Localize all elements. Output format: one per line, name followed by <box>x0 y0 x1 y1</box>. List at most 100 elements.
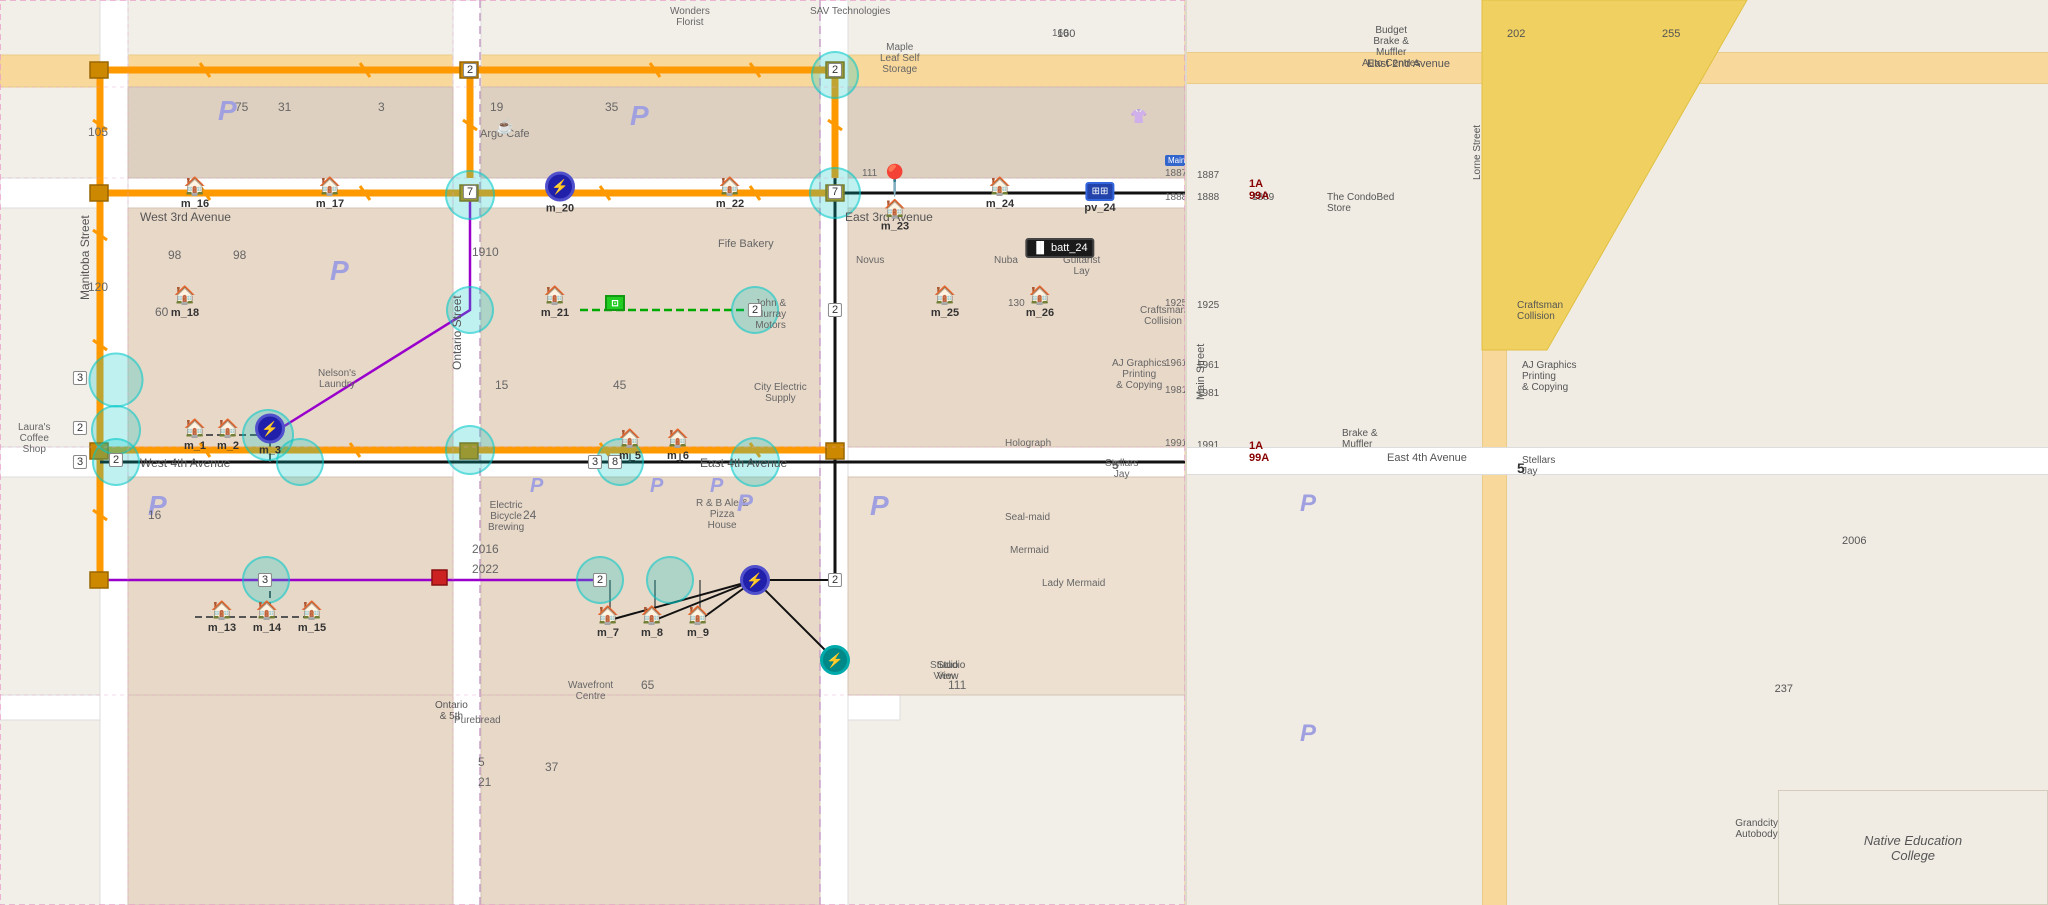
parking-3: P <box>630 100 649 132</box>
node-m16-label: m_16 <box>181 198 209 210</box>
block-num-98a: 98 <box>168 248 181 262</box>
num-5-right: 5 <box>1112 458 1119 472</box>
node-m3[interactable]: ⚡ m_3 <box>255 414 285 457</box>
node-m17[interactable]: 🏠 m_17 <box>316 176 344 210</box>
node-m9[interactable]: 🏠 m_9 <box>687 605 709 639</box>
block-num-60: 60 <box>155 305 168 319</box>
block-num-31: 31 <box>278 100 291 114</box>
node-m23[interactable]: 📍 🏠 m_23 <box>876 164 913 233</box>
node-m6-label: m_6 <box>667 450 689 462</box>
block-num-15: 15 <box>495 378 508 392</box>
node-pv24[interactable]: ⊞⊞ pv_24 <box>1084 182 1115 214</box>
teal-glow-1 <box>89 353 144 408</box>
node-m15-label: m_15 <box>298 622 326 634</box>
num-1925: 1925 <box>1165 298 1187 309</box>
shop-icon-cafe: ☕ <box>496 118 513 135</box>
node-m24-label: m_24 <box>986 198 1014 210</box>
teal-glow-2 <box>91 405 141 455</box>
block-num-45: 45 <box>613 378 626 392</box>
node-lightning-bot[interactable]: ⚡ <box>820 645 850 675</box>
grandcity-autobody: GrandcityAutobody <box>1735 818 1778 840</box>
block-num-5-bot: 5 <box>478 755 485 769</box>
node-m24[interactable]: 🏠 m_24 <box>986 176 1014 210</box>
node-m17-label: m_17 <box>316 198 344 210</box>
block-num-2022: 2022 <box>472 562 499 576</box>
line-num-3-4th-c: 3 <box>73 455 87 469</box>
block-num-1910: 1910 <box>472 245 499 259</box>
node-m25-label: m_25 <box>931 307 959 319</box>
node-m22-label: m_22 <box>716 198 744 210</box>
node-batt24[interactable]: ▐▌ batt_24 <box>1025 238 1094 258</box>
node-m14[interactable]: 🏠 m_14 <box>253 600 281 634</box>
node-m8[interactable]: 🏠 m_8 <box>641 605 663 639</box>
node-m13[interactable]: 🏠 m_13 <box>208 600 236 634</box>
node-m5-label: m_5 <box>619 450 641 462</box>
street-label-manitoba: Manitoba Street <box>78 215 92 300</box>
node-m23-label: m_23 <box>881 221 909 233</box>
place-guitarist: GuitaristLay <box>1063 255 1100 277</box>
node-m14-label: m_14 <box>253 622 281 634</box>
node-m18[interactable]: 🏠 m_18 <box>171 285 199 319</box>
native-education-college: Native EducationCollege <box>1778 790 2048 905</box>
parking-2: P <box>330 255 349 287</box>
node-m13-label: m_13 <box>208 622 236 634</box>
node-m22[interactable]: 🏠 m_22 <box>716 176 744 210</box>
block-num-35: 35 <box>605 100 618 114</box>
place-craftsman: CraftsmanCollision <box>1140 305 1186 327</box>
place-wonders: WondersFlorist <box>670 6 710 28</box>
place-novus: Novus <box>856 255 884 266</box>
node-m2[interactable]: 🏠 m_2 <box>217 418 239 452</box>
line-num-3-5th: 3 <box>258 573 272 587</box>
node-m7[interactable]: 🏠 m_7 <box>597 605 619 639</box>
node-m15[interactable]: 🏠 m_15 <box>298 600 326 634</box>
line-num-2-5th-a: 2 <box>593 573 607 587</box>
node-m6[interactable]: 🏠 m_6 <box>667 428 689 462</box>
parking-5: P <box>870 490 889 522</box>
node-m21[interactable]: 🏠 m_21 <box>541 285 569 319</box>
place-sav-tech: SAV Technologies <box>810 6 890 17</box>
num-1888: 1888 <box>1165 192 1187 203</box>
place-fife-bakery: Fife Bakery <box>718 238 774 250</box>
place-mermaid: Mermaid <box>1010 545 1049 556</box>
block-num-21: 21 <box>478 775 491 789</box>
node-m25[interactable]: 🏠 m_25 <box>931 285 959 319</box>
place-lauras-coffee: Laura'sCoffeeShop <box>18 422 51 455</box>
block-num-75: 75 <box>235 100 248 114</box>
line-num-2-4th-b: 2 <box>109 453 123 467</box>
place-lady-mermaid: Lady Mermaid <box>1042 578 1105 589</box>
teal-glow-8 <box>445 425 495 475</box>
line-num-7-mid-right: 7 <box>828 185 842 199</box>
node-m1[interactable]: 🏠 m_1 <box>184 418 206 452</box>
line-num-2-top-left: 2 <box>463 63 477 77</box>
place-city-electric: City ElectricSupply <box>754 382 807 404</box>
place-wavefront: WavefrontCentre <box>568 680 613 702</box>
block-num-105: 105 <box>88 125 108 139</box>
block-num-98b: 98 <box>233 248 246 262</box>
map-container: West 3rd Avenue West 4th Avenue East 3rd… <box>0 0 2048 905</box>
block-num-3: 3 <box>378 100 385 114</box>
node-m21-label: m_21 <box>541 307 569 319</box>
node-m26-label: m_26 <box>1026 307 1054 319</box>
node-m2-label: m_2 <box>217 440 239 452</box>
node-m7-label: m_7 <box>597 627 619 639</box>
shop-icon-2: 👚 <box>1130 108 1147 125</box>
node-m20[interactable]: ⚡ m_20 <box>545 172 575 215</box>
node-m1-label: m_1 <box>184 440 206 452</box>
node-m3-label: m_3 <box>259 445 281 457</box>
place-maple-leaf: MapleLeaf SelfStorage <box>880 42 919 75</box>
place-nelsons: Nelson'sLaundry <box>318 368 356 390</box>
node-m16[interactable]: 🏠 m_16 <box>181 176 209 210</box>
block-num-19a: 19 <box>490 100 503 114</box>
node-lightning-mid[interactable]: ⚡ <box>740 565 770 595</box>
node-m26[interactable]: 🏠 m_26 <box>1026 285 1054 319</box>
num-111: 111 <box>862 168 877 179</box>
node-green-box[interactable]: ⊡ <box>605 295 625 311</box>
node-m18-label: m_18 <box>171 307 199 319</box>
area-right-panel: 1887 1888 1889 1925 1961 1981 1991 Main … <box>1185 0 2048 905</box>
block-num-24: 24 <box>523 508 536 522</box>
line-num-2-5th-b: 2 <box>828 573 842 587</box>
place-aj-graphics: AJ GraphicsPrinting& Copying <box>1112 358 1166 391</box>
line-num-7-mid-left: 7 <box>463 185 477 199</box>
node-m5[interactable]: 🏠 m_5 <box>619 428 641 462</box>
node-m20-label: m_20 <box>546 203 574 215</box>
